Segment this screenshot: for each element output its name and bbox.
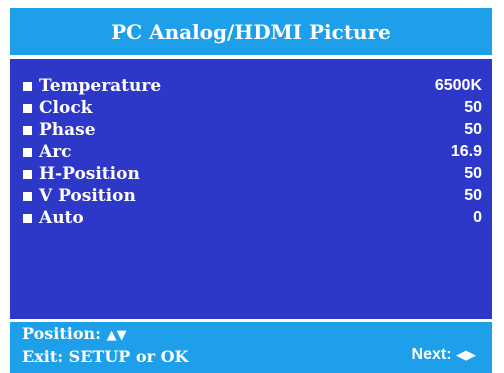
menu-item-v-position[interactable]: V Position 50 — [10, 185, 492, 207]
menu-item-clock[interactable]: Clock 50 — [10, 97, 492, 119]
menu-item-arc[interactable]: Arc 16.9 — [10, 141, 492, 163]
menu-item-label: Auto — [39, 208, 84, 228]
menu-item-label: Arc — [39, 142, 72, 162]
square-bullet-icon — [23, 81, 32, 91]
menu-item-phase[interactable]: Phase 50 — [10, 119, 492, 141]
title-bar: PC Analog/HDMI Picture — [10, 8, 492, 55]
square-bullet-icon — [23, 191, 32, 201]
up-down-arrows-icon: ▲▼ — [106, 328, 127, 343]
settings-panel: Temperature 6500K Clock 50 Phase 50 Arc … — [10, 59, 492, 319]
square-bullet-icon — [23, 125, 32, 135]
position-hint: Position: ▲▼ — [22, 324, 127, 343]
exit-label: Exit: SETUP or OK — [22, 347, 189, 366]
menu-item-h-position[interactable]: H-Position 50 — [10, 163, 492, 185]
square-bullet-icon — [23, 169, 32, 179]
next-label: Next: — [411, 346, 452, 363]
menu-item-label: H-Position — [39, 164, 140, 184]
menu-item-label: V Position — [39, 186, 136, 206]
left-right-arrows-icon: ◀▶ — [456, 348, 476, 363]
menu-item-value: 16.9 — [450, 143, 482, 160]
menu-title: PC Analog/HDMI Picture — [111, 19, 391, 44]
exit-hint: Exit: SETUP or OK — [22, 347, 188, 366]
square-bullet-icon — [23, 213, 32, 223]
menu-item-label: Clock — [39, 98, 93, 118]
position-label: Position: — [22, 324, 102, 343]
menu-item-value: 50 — [464, 187, 482, 204]
menu-item-value: 50 — [464, 99, 482, 116]
menu-item-value: 50 — [464, 121, 482, 138]
menu-item-value: 50 — [464, 165, 482, 182]
menu-item-value: 6500K — [434, 77, 482, 94]
footer-bar: Position: ▲▼ Exit: SETUP or OK Next: ◀▶ — [10, 322, 492, 373]
square-bullet-icon — [23, 147, 32, 157]
next-hint: Next: ◀▶ — [412, 346, 476, 364]
menu-item-temperature[interactable]: Temperature 6500K — [10, 75, 492, 97]
menu-item-label: Phase — [39, 120, 96, 140]
menu-item-value: 0 — [473, 209, 482, 226]
menu-item-label: Temperature — [39, 76, 162, 96]
osd-menu: PC Analog/HDMI Picture Temperature 6500K… — [10, 8, 492, 373]
menu-item-auto[interactable]: Auto 0 — [10, 207, 492, 229]
square-bullet-icon — [23, 103, 32, 113]
